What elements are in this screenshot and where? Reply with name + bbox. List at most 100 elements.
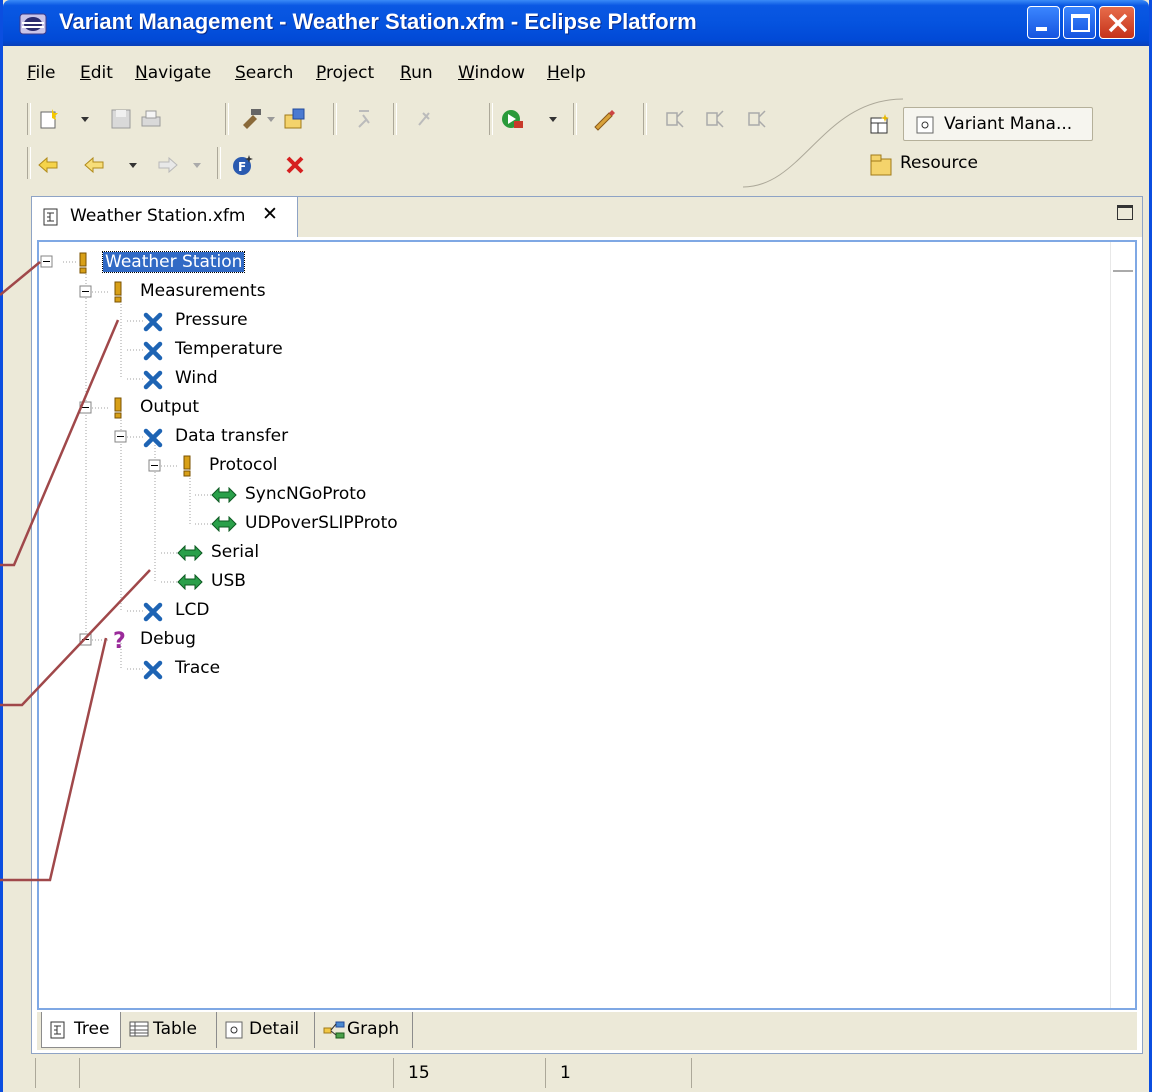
mandatory-icon [114,397,122,419]
resource-perspective-icon[interactable] [869,153,895,177]
pencil-icon[interactable] [591,107,615,131]
toolbar-separator [573,103,577,135]
new-feature-icon[interactable]: F [231,153,255,177]
feature-tree: Weather Station Measurements Pressure Te… [37,240,1137,1010]
run-icon[interactable] [501,107,525,131]
open-type-icon[interactable] [283,107,307,131]
optional-icon [143,370,163,390]
eclipse-app-icon [19,13,47,35]
mandatory-icon [79,252,87,274]
maximize-editor-button[interactable] [1117,205,1133,220]
tree-node-label: SyncNGoProto [245,484,367,504]
toolbar-separator [393,103,397,135]
open-perspective-icon[interactable] [868,113,892,137]
perspective-resource[interactable]: Resource [900,153,978,173]
title-bar[interactable]: Variant Management - Weather Station.xfm… [3,0,1149,46]
alternative-icon [177,574,203,590]
feature-model-editor: Weather Station.xfm ✕ Weather Station Me… [31,196,1143,1054]
perspective-variant-management[interactable]: Variant Mana... [903,107,1093,141]
mandatory-icon [183,455,191,477]
save-icon[interactable] [109,107,133,131]
tree-node-label: LCD [175,600,210,620]
last-edit-location-icon[interactable] [37,153,61,177]
toolbar-separator [489,103,493,135]
editor-page-tabs: Tree Table Detail Graph [37,1012,1137,1050]
forward-history-icon[interactable] [703,107,727,131]
tab-label: Detail [249,1019,300,1039]
variant-management-icon [916,116,934,134]
optional-icon [143,602,163,622]
menu-project[interactable]: Project [316,63,374,83]
tree-node-label: Protocol [209,455,278,475]
svg-text:?: ? [113,629,126,652]
optional-icon [143,312,163,332]
tree-node-label: Measurements [140,281,266,301]
chevron-down-icon[interactable] [79,113,91,125]
menu-file[interactable]: File [27,63,55,83]
toolbar-separator [27,147,31,179]
close-icon[interactable]: ✕ [262,203,278,225]
tree-node-label: Debug [140,629,196,649]
alternative-icon [177,545,203,561]
tab-table[interactable]: Table [121,1012,217,1048]
window-title: Variant Management - Weather Station.xfm… [59,9,697,34]
tree-node-label: Data transfer [175,426,289,446]
eclipse-window: Variant Management - Weather Station.xfm… [0,0,1152,1092]
detail-view-icon [225,1021,243,1039]
tab-graph[interactable]: Graph [315,1012,413,1048]
toolbar-separator [333,103,337,135]
next-annotation-icon[interactable] [353,107,377,131]
forward-icon[interactable] [155,153,179,177]
menu-navigate[interactable]: Navigate [135,63,211,83]
tree-node-label: USB [211,571,246,591]
svg-text:F: F [238,160,246,174]
graph-view-icon [323,1021,345,1039]
chevron-down-icon[interactable] [191,159,203,171]
editor-tab[interactable]: Weather Station.xfm ✕ [32,197,298,237]
back-icon[interactable] [83,153,107,177]
toolbar-separator [225,103,229,135]
table-view-icon [129,1021,149,1037]
tree-node-label: Trace [175,658,221,678]
delete-icon[interactable] [283,153,307,177]
minimize-button[interactable] [1027,6,1060,39]
menu-bar: File Edit Navigate Search Project Run Wi… [3,63,1149,91]
menu-run[interactable]: Run [400,63,433,83]
optional-icon [143,660,163,680]
perspective-label: Variant Mana... [944,114,1073,134]
status-cell [691,1058,1145,1088]
menu-edit[interactable]: Edit [80,63,113,83]
new-icon[interactable] [37,107,61,131]
vertical-scrollbar[interactable] [1110,242,1135,1008]
editor-tab-strip: Weather Station.xfm ✕ [32,197,1142,237]
menu-search[interactable]: Search [235,63,293,83]
status-cell [79,1058,393,1088]
maximize-button[interactable] [1063,6,1096,39]
menu-window[interactable]: Window [458,63,525,83]
status-column: 1 [545,1058,691,1088]
toolbar-separator [217,147,221,179]
tab-label: Graph [347,1019,400,1039]
alternative-icon [211,516,237,532]
tree-node-label: Pressure [175,310,248,330]
toolbar-separator [643,103,647,135]
previous-annotation-icon[interactable] [413,107,437,131]
editor-tab-title: Weather Station.xfm [70,206,246,226]
chevron-down-icon[interactable] [265,113,277,125]
menu-help[interactable]: Help [547,63,586,83]
alternative-icon [211,487,237,503]
optional-icon [143,428,163,448]
tab-detail[interactable]: Detail [217,1012,315,1048]
close-button[interactable] [1099,6,1135,39]
chevron-down-icon[interactable] [547,113,559,125]
tab-label: Tree [74,1019,110,1039]
tree-node-label: Output [140,397,200,417]
build-icon[interactable] [239,107,263,131]
chevron-down-icon[interactable] [127,159,139,171]
tree-view-icon [50,1021,65,1039]
tree-node-label: Wind [175,368,218,388]
unknown-icon: ? [113,629,126,652]
tab-tree[interactable]: Tree [41,1012,121,1048]
back-history-icon[interactable] [663,107,687,131]
print-icon[interactable] [139,107,163,131]
